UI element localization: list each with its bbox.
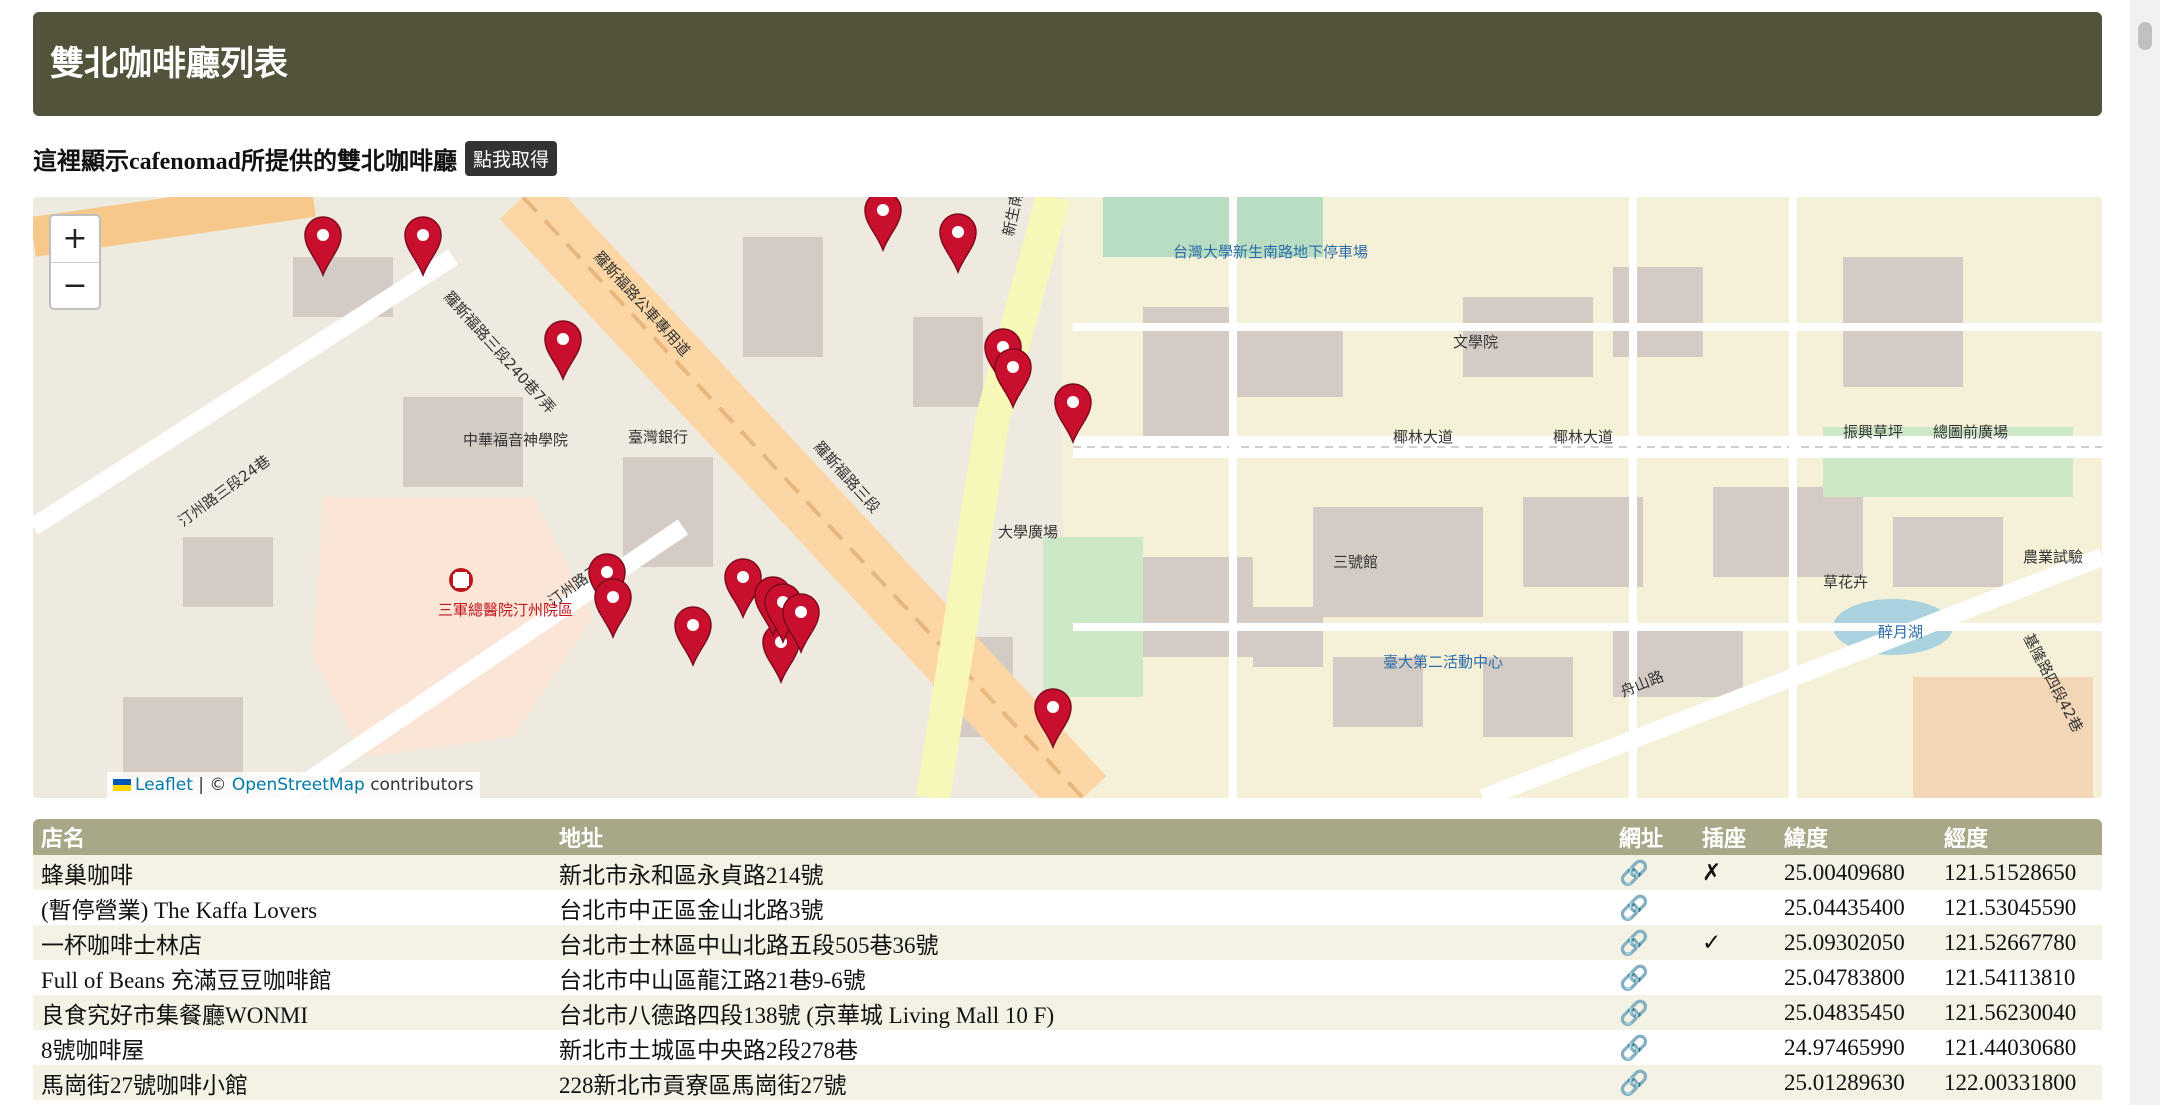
poi-label: 總圖前廣場 [1933,423,2008,441]
table-row: 馬崗街27號咖啡小館 228新北市貢寮區馬崗街27號 🔗 25.01289630 122… [33,1065,2102,1100]
poi-label: 大學廣場 [998,523,1058,541]
header-lng: 經度 [1936,819,2102,855]
cell-name: 良食究好市集餐廳WONMI [41,1002,309,1028]
cell-url: 🔗 [1611,1065,1694,1100]
link-icon[interactable]: 🔗 [1619,859,1649,887]
cell-lat: 25.00409680 [1784,859,1905,885]
table-header-row: 店名 地址 網址 插座 緯度 經度 [33,819,2102,855]
header-socket: 插座 [1694,819,1776,855]
cell-url: 🔗 [1611,995,1694,1030]
cell-address: 台北市中山區龍江路21巷9-6號 [559,967,866,993]
cell-lat: 25.04783800 [1784,964,1905,990]
road-label: 椰林大道 [1553,428,1613,446]
cell-name: (暫停營業) The Kaffa Lovers [41,897,318,923]
cell-address: 新北市永和區永貞路214號 [559,862,824,888]
page-header: 雙北咖啡廳列表 [33,12,2102,116]
cell-address: 台北市中正區金山北路3號 [559,897,824,923]
cell-address: 台北市八德路四段138號 (京華城 Living Mall 10 F) [559,1002,1055,1028]
cell-url: 🔗 [1611,925,1694,960]
intro-text: 這裡顯示cafenomad所提供的雙北咖啡廳 [33,148,457,175]
cell-lng: 121.53045590 [1944,894,2077,920]
cell-socket: ✗ [1702,859,1722,885]
attribution-suffix: contributors [370,775,474,795]
poi-label: 振興草坪 [1843,423,1903,441]
fetch-button[interactable]: 點我取得 [464,140,557,176]
zoom-control: + − [49,214,101,310]
table-row: 一杯咖啡士林店 台北市士林區中山北路五段505巷36號 🔗 ✓ 25.09302050 1… [33,925,2102,960]
table-row: Full of Beans 充滿豆豆咖啡館 台北市中山區龍江路21巷9-6號 🔗 25… [33,960,2102,995]
attribution-separator: | © [198,775,227,795]
header-name: 店名 [33,819,551,855]
page-title: 雙北咖啡廳列表 [50,44,288,84]
cell-name: 馬崗街27號咖啡小館 [41,1072,248,1098]
map-view[interactable]: 羅斯福路三段240巷7弄 羅斯福路公車專用道 羅斯福路三段 新生南路三段 汀州路… [33,197,2102,798]
cell-name: 一杯咖啡士林店 [41,932,202,958]
header-address: 地址 [551,819,1611,855]
cell-socket [1694,890,1776,925]
cell-url: 🔗 [1611,855,1694,890]
cell-lng: 121.54113810 [1944,964,2076,990]
scrollbar-thumb[interactable] [2138,22,2152,50]
poi-label: 三軍總醫院汀州院區 [438,601,573,619]
table-row: 蜂巢咖啡 新北市永和區永貞路214號 🔗 ✗ 25.00409680 121.515286… [33,855,2102,890]
cell-lng: 121.56230040 [1944,999,2077,1025]
zoom-in-button[interactable]: + [51,216,99,263]
cell-address: 228新北市貢寮區馬崗街27號 [559,1072,847,1098]
cell-socket: ✓ [1702,929,1722,955]
cell-name: Full of Beans 充滿豆豆咖啡館 [41,967,332,993]
table-row: 良食究好市集餐廳WONMI 台北市八德路四段138號 (京華城 Living Ma… [33,995,2102,1030]
cell-socket [1694,995,1776,1030]
cell-lng: 121.51528650 [1944,859,2077,885]
cell-name: 8號咖啡屋 [41,1037,145,1063]
poi-label: 農業試驗 [2023,548,2083,566]
poi-label: 文學院 [1453,333,1498,351]
table-row: 8號咖啡屋 新北市土城區中央路2段278巷 🔗 24.97465990 121.4403… [33,1030,2102,1065]
cell-lat: 25.09302050 [1784,929,1905,955]
header-url: 網址 [1611,819,1694,855]
cell-lat: 25.04835450 [1784,999,1905,1025]
cell-url: 🔗 [1611,960,1694,995]
cell-lat: 25.01289630 [1784,1069,1905,1095]
link-icon[interactable]: 🔗 [1619,929,1649,957]
poi-label: 醉月湖 [1878,623,1923,641]
poi-label: 三號館 [1333,553,1378,571]
poi-label: 台灣大學新生南路地下停車場 [1173,243,1368,261]
link-icon[interactable]: 🔗 [1619,894,1649,922]
road-label: 椰林大道 [1393,428,1453,446]
page-scrollbar[interactable] [2130,0,2160,1105]
link-icon[interactable]: 🔗 [1619,999,1649,1027]
table-row: (暫停營業) The Kaffa Lovers 台北市中正區金山北路3號 🔗 25.0… [33,890,2102,925]
cell-socket [1694,960,1776,995]
cafe-table: 店名 地址 網址 插座 緯度 經度 蜂巢咖啡 新北市永和區永貞路214號 🔗 ✗ 25.… [33,819,2102,1100]
poi-label: 臺大第二活動中心 [1383,653,1503,671]
intro-bar: 這裡顯示cafenomad所提供的雙北咖啡廳 點我取得 [33,140,557,176]
poi-label: 草花卉 [1823,573,1868,591]
poi-label: 臺灣銀行 [628,428,688,446]
link-icon[interactable]: 🔗 [1619,1069,1649,1097]
cell-address: 台北市士林區中山北路五段505巷36號 [559,932,939,958]
cell-lat: 25.04435400 [1784,894,1905,920]
cell-name: 蜂巢咖啡 [41,862,133,888]
cell-socket [1694,1065,1776,1100]
cell-lng: 121.44030680 [1944,1034,2077,1060]
cell-socket [1694,1030,1776,1065]
link-icon[interactable]: 🔗 [1619,964,1649,992]
osm-link[interactable]: OpenStreetMap [232,775,365,795]
map-attribution: Leaflet | © OpenStreetMap contributors [107,772,480,798]
cell-lat: 24.97465990 [1784,1034,1905,1060]
link-icon[interactable]: 🔗 [1619,1034,1649,1062]
poi-label: 中華福音神學院 [463,431,568,449]
leaflet-link[interactable]: Leaflet [135,775,193,795]
zoom-out-button[interactable]: − [51,263,99,308]
map-tiles[interactable]: 羅斯福路三段240巷7弄 羅斯福路公車專用道 羅斯福路三段 新生南路三段 汀州路… [33,197,2102,798]
cell-address: 新北市土城區中央路2段278巷 [559,1037,858,1063]
cell-url: 🔗 [1611,890,1694,925]
ukraine-flag-icon [113,779,131,791]
header-lat: 緯度 [1776,819,1936,855]
cell-lng: 121.52667780 [1944,929,2077,955]
cell-lng: 122.00331800 [1944,1069,2077,1095]
cell-url: 🔗 [1611,1030,1694,1065]
